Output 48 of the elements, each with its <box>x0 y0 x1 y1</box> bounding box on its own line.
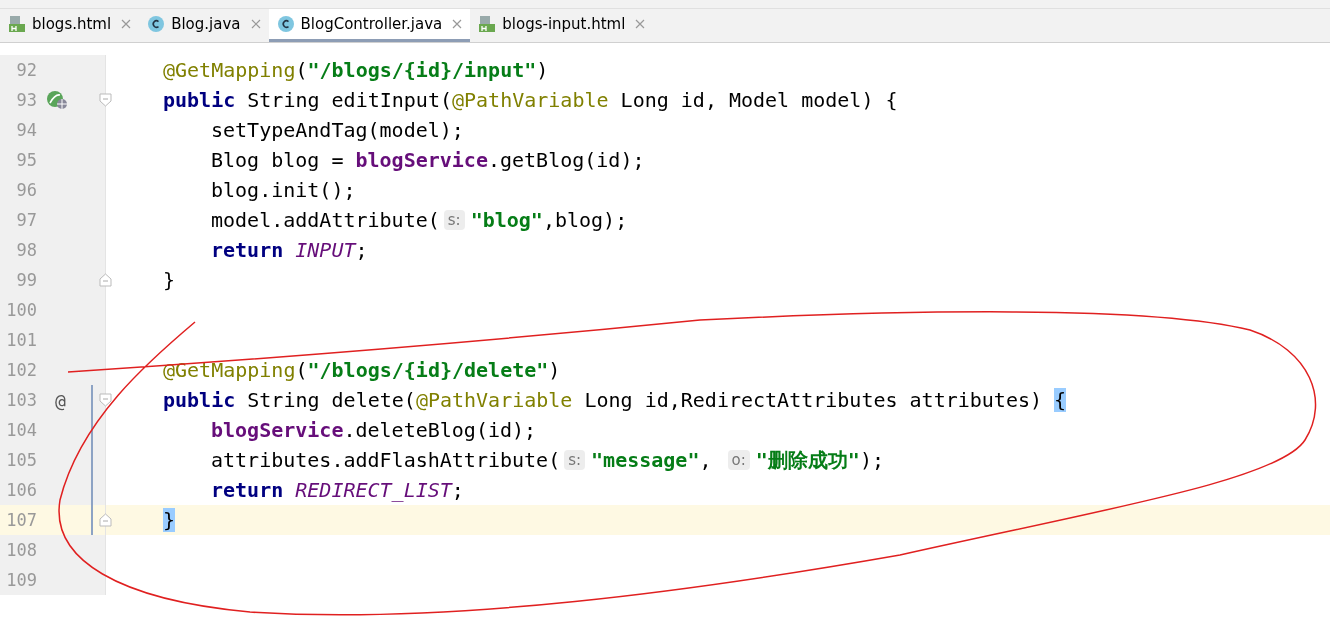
line-number: 109 <box>5 570 37 590</box>
leaf-globe-icon[interactable] <box>46 90 68 110</box>
code-line: attributes.addFlashAttribute( s: "message", o: "删除成功"); <box>210 446 884 474</box>
line-number: 107 <box>5 510 37 530</box>
line-number: 92 <box>15 60 37 80</box>
code-line: return REDIRECT_LIST; <box>210 477 464 504</box>
code-line: blogService.deleteBlog(id); <box>210 417 537 444</box>
code-line: } <box>162 267 176 294</box>
line-number: 93 <box>15 90 37 110</box>
editor-tab[interactable]: Blog.java <box>139 9 269 42</box>
code-line: Blog blog = blogService.getBlog(id); <box>210 147 645 174</box>
line-number: 103 <box>5 390 37 410</box>
line-number: 106 <box>5 480 37 500</box>
fold-icon[interactable] <box>99 273 112 287</box>
fold-icon[interactable] <box>99 513 112 527</box>
line-number: 100 <box>5 300 37 320</box>
line-number: 94 <box>15 120 37 140</box>
html-file-icon <box>478 15 497 33</box>
fold-icon[interactable] <box>99 393 112 407</box>
line-number: 96 <box>15 180 37 200</box>
code-line: return INPUT; <box>210 237 368 264</box>
html-file-icon <box>8 15 26 33</box>
editor-tab[interactable]: blogs-input.html <box>470 9 654 42</box>
code-line: blog.init(); <box>210 177 356 204</box>
line-number: 105 <box>5 450 37 470</box>
close-icon[interactable] <box>121 19 132 29</box>
line-number: 101 <box>5 330 37 350</box>
gutter-mark[interactable]: @ <box>55 389 66 411</box>
close-icon[interactable] <box>635 19 646 29</box>
line-number: 98 <box>15 240 37 260</box>
line-number: 104 <box>5 420 37 440</box>
code-line: model.addAttribute( s: "blog",blog); <box>210 207 628 234</box>
code-line: @GetMapping("/blogs/{id}/delete") <box>162 357 561 384</box>
code-line: setTypeAndTag(model); <box>210 117 464 144</box>
close-icon[interactable] <box>452 19 463 29</box>
code-line: public String editInput(@PathVariable Long id, Model model) { <box>162 87 898 114</box>
editor-tab[interactable]: blogs.html <box>0 9 140 42</box>
close-icon[interactable] <box>250 19 261 29</box>
class-icon <box>147 15 166 33</box>
line-number: 108 <box>5 540 37 560</box>
code-line: @GetMapping("/blogs/{id}/input") <box>162 57 549 84</box>
class-icon <box>276 15 295 33</box>
line-number: 97 <box>15 210 37 230</box>
line-number: 102 <box>5 360 37 380</box>
line-number: 95 <box>15 150 37 170</box>
editor-tab[interactable]: BlogController.java <box>268 9 471 42</box>
line-number: 99 <box>15 270 37 290</box>
fold-icon[interactable] <box>99 93 112 107</box>
